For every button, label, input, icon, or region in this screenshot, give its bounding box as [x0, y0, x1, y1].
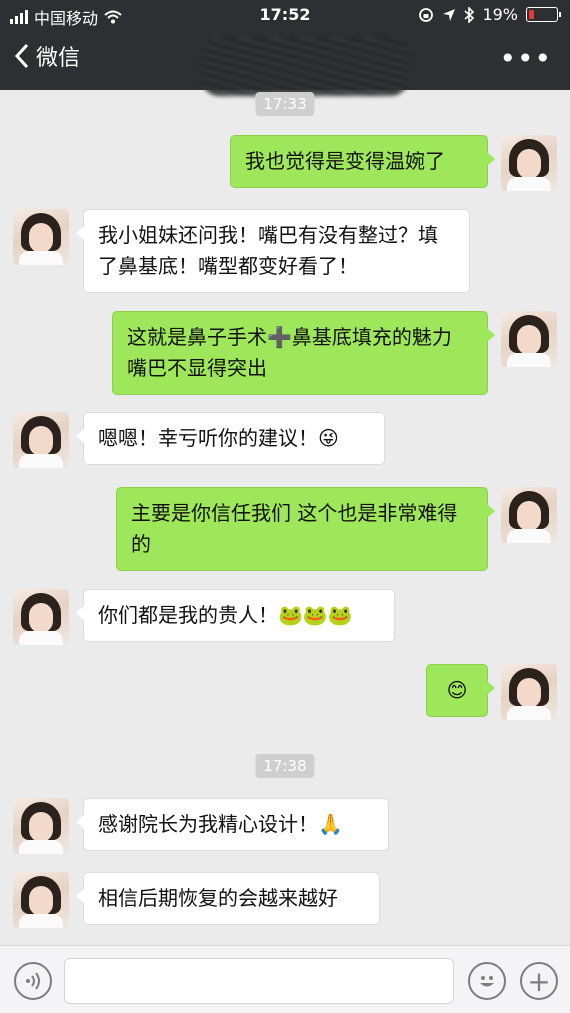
message-bubble[interactable]: 我也觉得是变得温婉了 — [230, 135, 495, 188]
avatar[interactable] — [501, 664, 557, 720]
message-bubble[interactable]: 😊 — [426, 664, 495, 717]
message-bubble[interactable]: 你们都是我的贵人！🐸🐸🐸 — [76, 589, 395, 642]
message-bubble[interactable]: 感谢院长为我精心设计！🙏 — [76, 798, 389, 851]
message-bubble[interactable]: 主要是你信任我们 这个也是非常难得的 — [116, 487, 495, 571]
more-button[interactable]: ••• — [499, 42, 552, 75]
chevron-left-icon — [14, 43, 29, 69]
input-bar: + — [0, 945, 570, 1013]
back-button[interactable]: 微信 — [14, 40, 80, 72]
status-bar: 中国移动 17:52 19% — [0, 0, 570, 30]
avatar[interactable] — [13, 798, 69, 854]
avatar[interactable] — [501, 135, 557, 191]
avatar[interactable] — [13, 589, 69, 645]
avatar[interactable] — [501, 311, 557, 367]
back-label: 微信 — [36, 46, 81, 71]
nav-bar: 微信 ••• — [0, 34, 570, 96]
timestamp: 17:38 — [255, 754, 315, 778]
voice-icon[interactable] — [14, 962, 52, 1000]
message-input[interactable] — [64, 958, 454, 1004]
avatar[interactable] — [13, 412, 69, 468]
battery-icon — [526, 7, 561, 22]
avatar[interactable] — [13, 209, 69, 265]
plus-icon[interactable]: + — [520, 962, 558, 1000]
message-bubble[interactable]: 这就是鼻子手术➕鼻基底填充的魅力 嘴巴不显得突出 — [112, 311, 495, 395]
avatar[interactable] — [501, 487, 557, 543]
orientation-lock-icon — [419, 7, 434, 22]
timestamp: 17:33 — [255, 92, 315, 116]
avatar[interactable] — [13, 872, 69, 928]
battery-percent: 19% — [482, 5, 518, 24]
bluetooth-icon — [464, 6, 475, 23]
chat-area[interactable]: 17:33 我也觉得是变得温婉了 我小姐妹还问我！嘴巴有没有整过？填了鼻基底！嘴… — [0, 90, 570, 945]
emoji-icon[interactable] — [468, 962, 506, 1000]
location-icon — [443, 8, 456, 21]
message-bubble[interactable]: 相信后期恢复的会越来越好 — [76, 872, 380, 925]
top-bar: 中国移动 17:52 19% 微信 ••• — [0, 0, 570, 96]
message-bubble[interactable]: 我小姐妹还问我！嘴巴有没有整过？填了鼻基底！嘴型都变好看了！ — [76, 209, 470, 293]
contact-name-redacted — [200, 38, 410, 96]
message-bubble[interactable]: 嗯嗯！幸亏听你的建议！😜 — [76, 412, 385, 465]
